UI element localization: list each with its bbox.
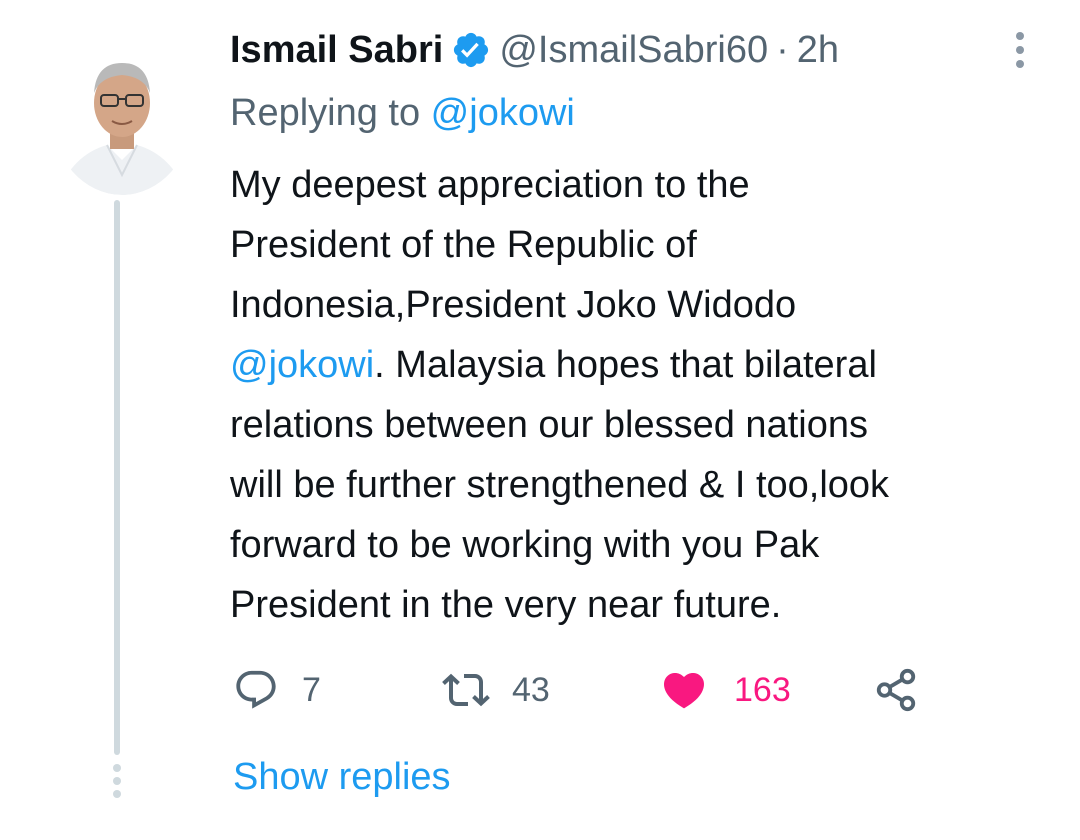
tweet-text-line: Indonesia,President Joko Widodo [230,284,797,326]
retweet-count: 43 [512,670,550,709]
tweet-text-line: forward to be working with you Pak [230,524,820,566]
thread-connector-line [114,200,120,755]
tweet-timestamp[interactable]: 2h [797,29,839,72]
tweet-text-line: will be further strengthened & I too,loo… [230,464,890,506]
heart-filled-icon [658,664,710,716]
tweet-header: Ismail Sabri @IsmailSabri60 · 2h [230,24,839,76]
verified-badge-icon [451,30,491,70]
replying-to-mention-link[interactable]: @jokowi [431,92,575,134]
tweet-mention-link[interactable]: @jokowi [230,344,374,386]
show-replies-link[interactable]: Show replies [233,756,451,799]
tweet-text-line: President in the very near future. [230,584,782,626]
tweet-text-line: My deepest appreciation to the [230,164,750,206]
author-handle[interactable]: @IsmailSabri60 [499,29,768,72]
avatar[interactable] [52,35,192,195]
tweet-text: My deepest appreciation to the President… [230,155,1030,635]
avatar-photo-icon [52,35,192,195]
thread-ellipsis-icon [110,764,124,804]
share-button[interactable] [870,660,922,720]
retweet-button[interactable]: 43 [440,660,550,720]
tweet-actions: 7 43 163 [230,660,950,720]
author-display-name[interactable]: Ismail Sabri [230,29,443,72]
tweet-text-line: President of the Republic of [230,224,697,266]
like-count: 163 [734,670,791,709]
reply-icon [230,664,282,716]
tweet-text-line: relations between our blessed nations [230,404,868,446]
like-button[interactable]: 163 [658,660,791,720]
header-separator: · [776,28,789,71]
reply-button[interactable]: 7 [230,660,321,720]
replying-to-prefix: Replying to [230,92,431,134]
more-options-icon[interactable] [1010,30,1030,70]
share-icon [870,664,922,716]
replying-to: Replying to @jokowi [230,92,575,135]
tweet-text-fragment: . Malaysia hopes that bilateral [374,344,877,386]
reply-count: 7 [302,670,321,709]
retweet-icon [440,664,492,716]
tweet-text-line-with-mention: @jokowi. Malaysia hopes that bilateral [230,335,1030,395]
